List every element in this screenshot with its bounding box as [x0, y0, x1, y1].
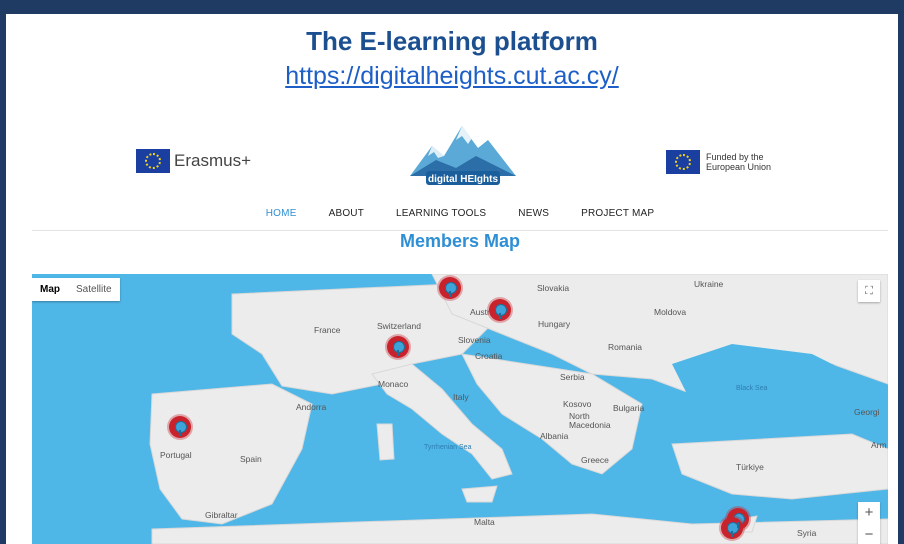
site-nav: HOME ABOUT LEARNING TOOLS NEWS PROJECT M… — [32, 208, 888, 219]
map-label-croatia: Croatia — [475, 351, 503, 361]
map-label-hungary: Hungary — [538, 319, 571, 329]
top-bar — [0, 0, 904, 14]
nav-about[interactable]: ABOUT — [329, 208, 364, 219]
map-label-gibraltar: Gibraltar — [205, 510, 238, 520]
nav-home[interactable]: HOME — [266, 208, 297, 219]
map-label-north-macedonia: North Macedonia — [569, 411, 611, 430]
map-label-ukraine: Ukraine — [694, 279, 724, 289]
map-label-serbia: Serbia — [560, 372, 585, 382]
map-label-france: France — [314, 325, 341, 335]
map-label-portugal: Portugal — [160, 450, 192, 460]
frame-right — [898, 14, 904, 544]
map-type-satellite[interactable]: Satellite — [68, 278, 120, 301]
map-label-bulgaria: Bulgaria — [613, 403, 645, 413]
zoom-in-button[interactable]: + — [858, 502, 880, 524]
nav-learning-tools[interactable]: LEARNING TOOLS — [396, 208, 486, 219]
map-pin-italy-north[interactable] — [387, 336, 409, 358]
map-label-slovakia: Slovakia — [537, 283, 570, 293]
map-label-moldova: Moldova — [654, 307, 687, 317]
nav-project-map[interactable]: PROJECT MAP — [581, 208, 654, 219]
map-label-italy: Italy — [453, 392, 469, 402]
map-label-switzerland: Switzerland — [377, 321, 421, 331]
map-label-syria: Syria — [797, 528, 817, 538]
logo-text: digital HEIghts — [428, 174, 498, 185]
zoom-out-button[interactable]: − — [858, 524, 880, 544]
map-pin-germany[interactable] — [439, 277, 461, 299]
nav-news[interactable]: NEWS — [518, 208, 549, 219]
eu-flag-icon — [666, 150, 700, 174]
erasmus-logo: Erasmus+ — [136, 149, 251, 173]
frame-left — [0, 14, 6, 544]
map-type-toggle: Map Satellite — [32, 278, 120, 301]
erasmus-label: Erasmus+ — [174, 151, 251, 170]
map-type-map[interactable]: Map — [32, 278, 68, 301]
map-pin-cyprus-2[interactable] — [721, 517, 743, 539]
digital-heights-logo[interactable]: digital HEIghts — [406, 124, 520, 188]
map-label-andorra: Andorra — [296, 402, 327, 412]
map-label-malta: Malta — [474, 517, 495, 527]
members-map[interactable]: Map Satellite ⛶ + − Slovakia Ukraine Fra… — [32, 274, 888, 544]
map-pin-austria[interactable] — [489, 299, 511, 321]
map-label-black-sea: Black Sea — [736, 385, 768, 392]
map-label-kosovo: Kosovo — [563, 399, 592, 409]
map-pin-portugal[interactable] — [169, 416, 191, 438]
map-label-monaco: Monaco — [378, 379, 409, 389]
platform-link[interactable]: https://digitalheights.cut.ac.cy/ — [0, 62, 904, 91]
slide-title: The E-learning platform — [306, 26, 598, 56]
map-label-romania: Romania — [608, 342, 643, 352]
eu-funded-logo: Funded by the European Union — [666, 150, 796, 174]
map-label-slovenia: Slovenia — [458, 335, 491, 345]
fullscreen-icon[interactable]: ⛶ — [858, 280, 880, 302]
map-label-spain: Spain — [240, 454, 262, 464]
members-map-title: Members Map — [399, 231, 521, 251]
funded-label: Funded by the European Union — [706, 152, 772, 172]
eu-flag-icon — [136, 149, 170, 173]
map-label-albania: Albania — [540, 431, 569, 441]
map-label-georgia: Georgi — [854, 407, 880, 417]
map-label-tyrrhenian-sea: Tyrrhenian Sea — [424, 444, 472, 451]
map-label-greece: Greece — [581, 455, 609, 465]
website-screenshot: Erasmus+ digital HEIghts Funded by the E… — [32, 118, 888, 544]
map-label-turkiye: Türkiye — [736, 462, 764, 472]
zoom-control: + − — [858, 502, 880, 544]
map-land — [149, 274, 888, 544]
map-label-armenia: Arm — [871, 440, 887, 450]
